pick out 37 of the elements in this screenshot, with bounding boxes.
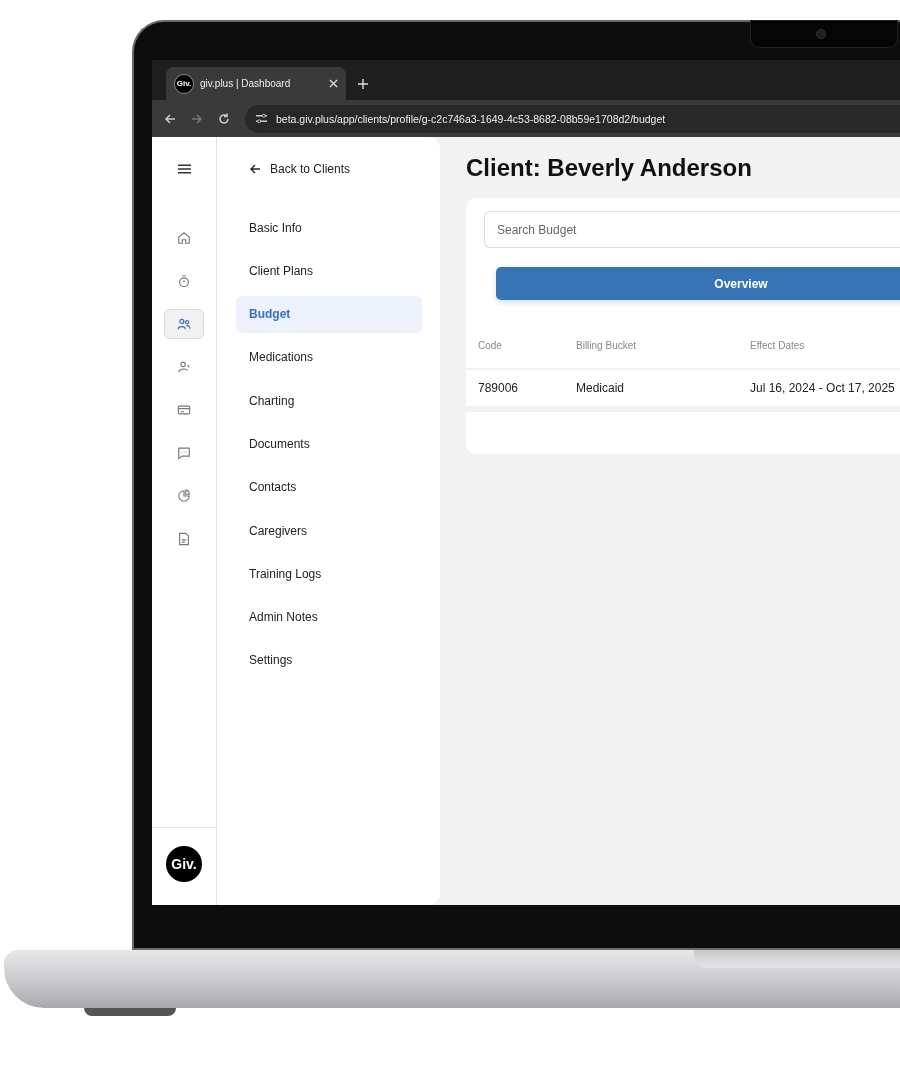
column-header: Effect Dates (750, 340, 805, 353)
table-cell-text: 789006 (478, 381, 520, 395)
sidebar-item[interactable]: Charting (236, 382, 422, 420)
people-nav-icon[interactable] (164, 309, 204, 339)
sidebar-item[interactable]: Medications (236, 338, 422, 376)
url-text: beta.giv.plus/app/clients/profile/g-c2c746a3-1649-4c53-8682-08b59e1708d2/budget (276, 112, 666, 125)
sidebar-item[interactable]: Contacts (236, 468, 422, 506)
sidebar-item[interactable]: Documents (236, 425, 422, 463)
menu-icon[interactable] (177, 164, 191, 174)
address-bar[interactable]: beta.giv.plus/app/clients/profile/g-c2c746a3-1649-4c53-8682-08b59e1708d2/budget (245, 104, 900, 133)
favicon: Giv. (174, 73, 194, 94)
sidebar-item[interactable]: Training Logs (236, 555, 422, 593)
overview-button[interactable]: Overview (496, 267, 900, 300)
sidebar-item[interactable]: Client Plans (236, 252, 422, 290)
back-arrow-icon[interactable] (164, 112, 176, 125)
browser-tab[interactable]: Giv. giv.plus | Dashboard (166, 67, 346, 100)
sidebar-item[interactable]: Admin Notes (236, 598, 422, 636)
new-tab-icon[interactable] (358, 79, 368, 89)
back-arrow-icon (249, 163, 261, 175)
column-header: Code (478, 340, 503, 353)
sidebar-item[interactable]: Caregivers (236, 512, 422, 550)
site-settings-icon[interactable] (255, 113, 268, 124)
forward-arrow-icon[interactable] (191, 112, 203, 125)
sidebar-item[interactable]: Budget (236, 295, 422, 333)
reload-icon[interactable] (218, 112, 230, 125)
close-icon[interactable] (329, 79, 338, 88)
column-header: Billing Bucket (576, 340, 638, 353)
sidebar-item[interactable]: Settings (236, 641, 422, 679)
table-row[interactable]: 789006 Medicaid Jul 16, 2024 - Oct 17, 2025 (466, 368, 900, 412)
back-link[interactable]: Back to Clients (249, 162, 351, 176)
sidebar-item[interactable]: Basic Info (236, 209, 422, 246)
search-field[interactable]: Search Budget (484, 211, 900, 248)
page-title: Client: Beverly Anderson (466, 154, 753, 182)
logo: Giv. (166, 845, 202, 882)
table-cell-text: Medicaid (576, 381, 626, 395)
table-cell: Jul 16, 2024 - Oct 17, 2025 (750, 381, 895, 395)
tab-title: giv.plus | Dashboard (200, 78, 292, 89)
